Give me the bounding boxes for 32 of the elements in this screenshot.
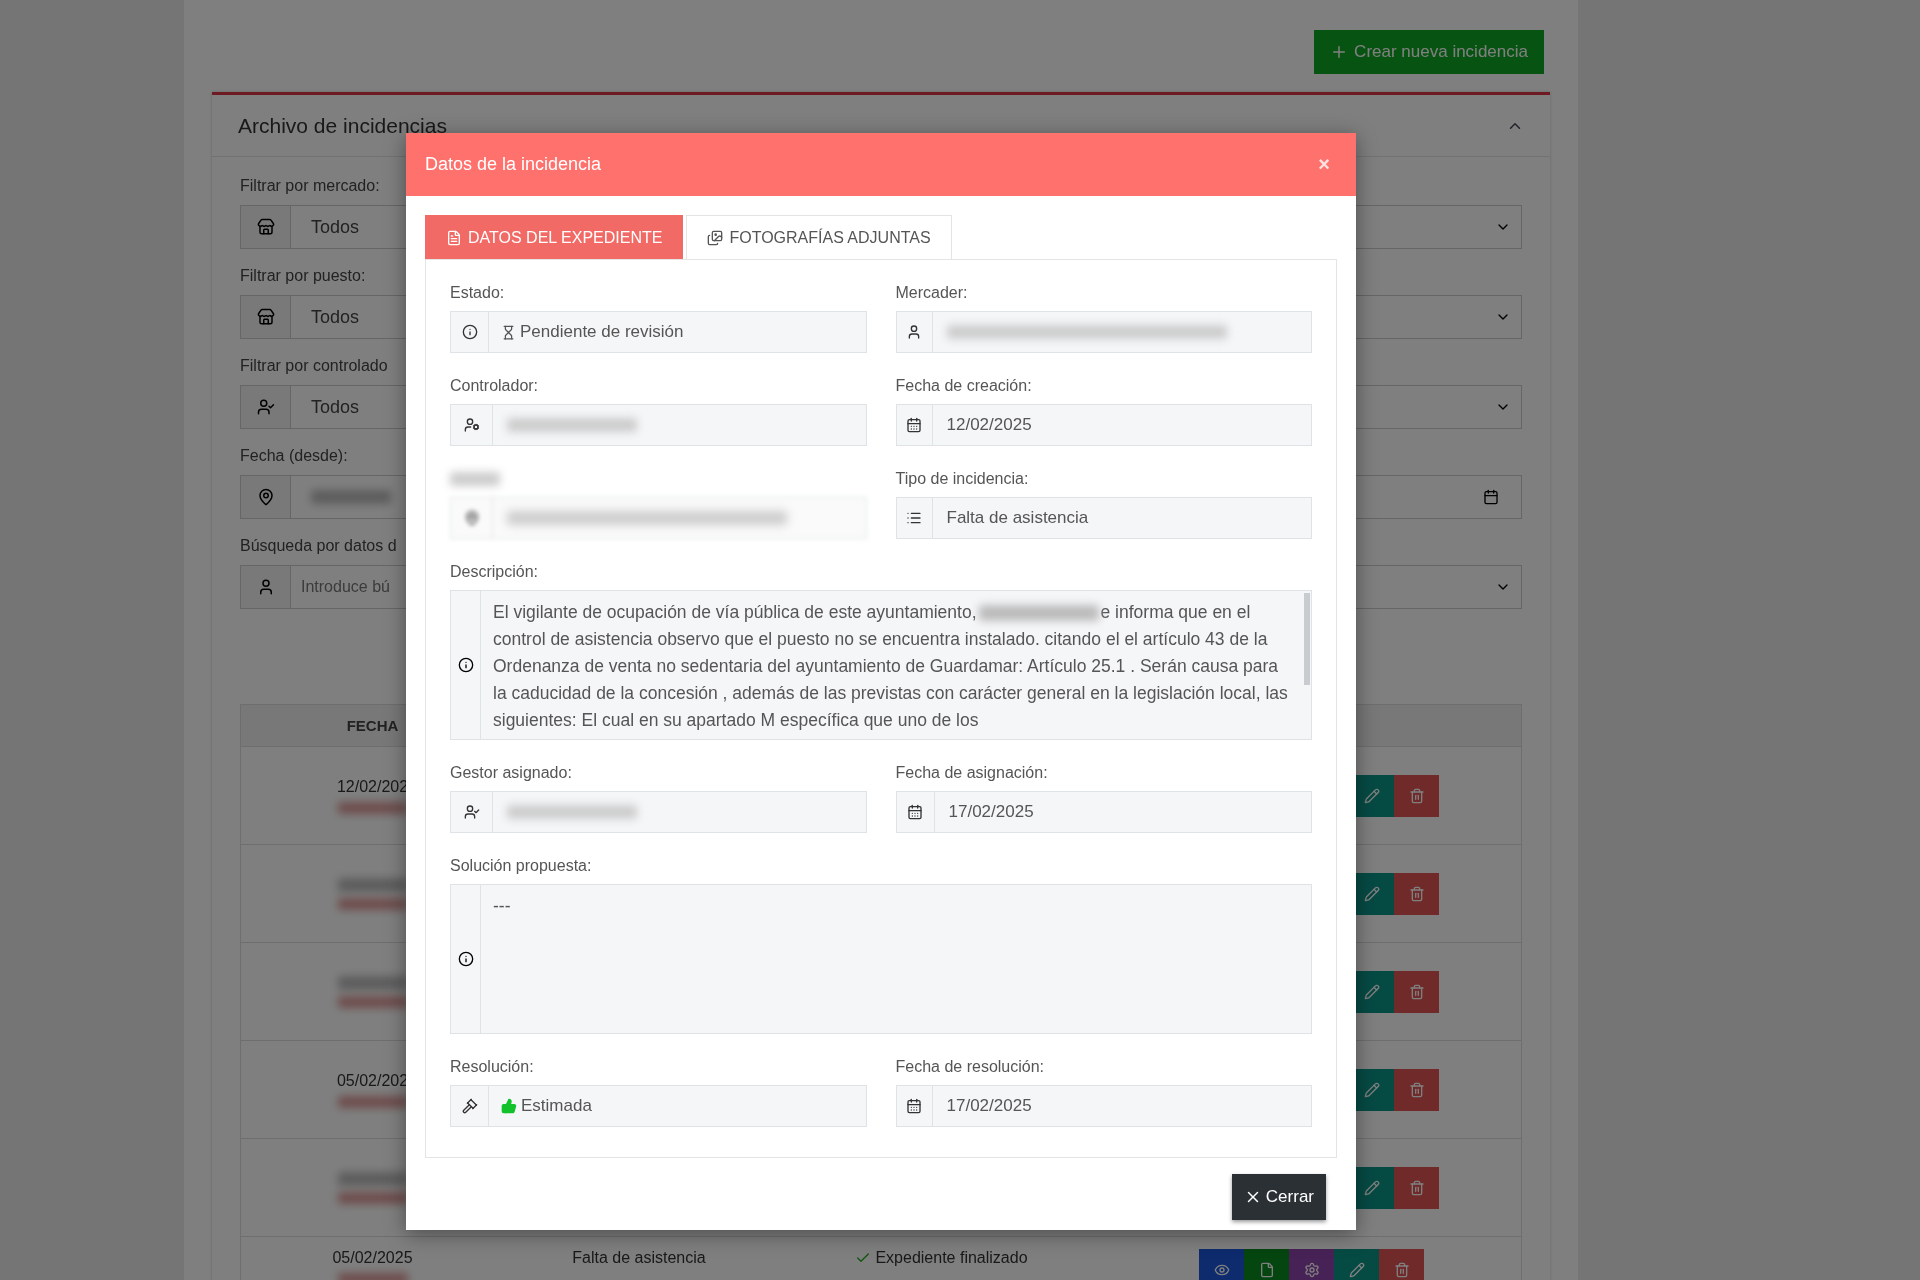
field-value: 17/02/2025	[946, 1096, 1032, 1116]
field-value: 12/02/2025	[946, 415, 1032, 435]
field-label: Fecha de resolución:	[895, 1058, 1046, 1076]
field-label: Gestor asignado:	[450, 764, 573, 782]
table-cell: 05/02/202	[336, 1071, 409, 1090]
field-label: Estado:	[450, 284, 506, 302]
field-value: Falta de asistencia	[946, 508, 1089, 528]
card-title: Archivo de incidencias	[238, 113, 447, 138]
filter-label: Búsqueda por datos d	[240, 537, 398, 555]
text-area-text: El vigilante de ocupación de vía pública de este ayuntamiento, e informa que en el control de asistencia observo que el puesto no se encuentra instalado. citando el el artículo 43 de la Ordenanza de venta no sedentaria del ayuntamiento de Guardamar: Artículo 25.1 . Serán causa para la caducidad de la concesión , además de las previstas con carácter general en la legislación local, las siguientes: El cual en su apartado M específica que uno de los	[492, 601, 1289, 732]
column-header: FECHA	[346, 717, 399, 734]
field-label: Tipo de incidencia:	[895, 470, 1030, 488]
filter-label: Filtrar por puesto:	[240, 267, 367, 285]
table-cell: 05/02/2025	[332, 1249, 413, 1267]
text-area-text: ---	[492, 895, 512, 918]
filter-label: Fecha (desde):	[240, 447, 349, 465]
field-label: Fecha de asignación:	[895, 764, 1049, 782]
field-label: Controlador:	[450, 377, 540, 395]
table-cell: 12/02/202	[336, 777, 409, 796]
field-label: Fecha de creación:	[895, 377, 1033, 395]
field-value: Estimada	[521, 1096, 592, 1116]
filter-label: Filtrar por controlado	[240, 357, 389, 375]
modal-title: Datos de la incidencia	[425, 154, 602, 175]
field-value: 17/02/2025	[948, 802, 1034, 822]
field-value: Pendiente de revisión	[520, 322, 684, 342]
field-label: Mercader:	[895, 284, 969, 302]
field-label: Solución propuesta:	[450, 857, 593, 875]
table-cell-text: Falta de asistencia	[571, 1249, 707, 1267]
field-label: Descripción:	[450, 563, 540, 581]
field-label: Resolución:	[450, 1058, 535, 1076]
table-cell: Expediente finalizado	[774, 1249, 1109, 1267]
filter-label: Filtrar por mercado:	[240, 177, 381, 195]
